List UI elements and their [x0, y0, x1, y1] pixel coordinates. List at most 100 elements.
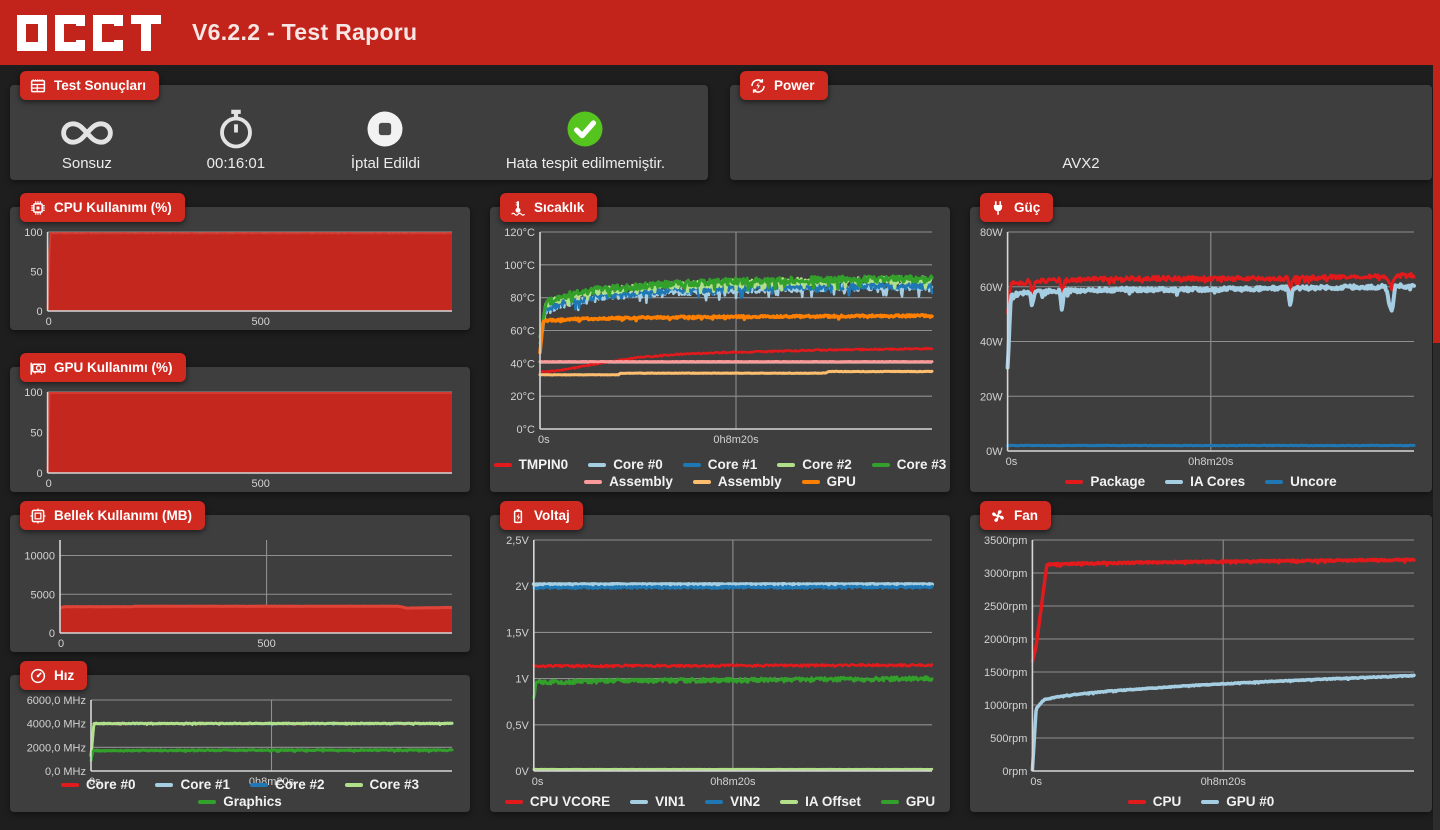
svg-text:80W: 80W — [980, 227, 1003, 239]
legend-swatch — [250, 782, 268, 787]
svg-text:2,5V: 2,5V — [506, 535, 529, 547]
legend-label: Assembly — [717, 474, 782, 489]
svg-text:500rpm: 500rpm — [990, 733, 1027, 745]
power-badge: Power — [740, 71, 828, 100]
voltage-legend: CPU VCORE VIN1 VIN2 IA Offset GPU — [490, 794, 950, 809]
temperature-chart: 0°C 20°C 40°C 60°C 80°C 100°C 120°C 0s 0h8m20s — [496, 227, 942, 446]
summary-label: Sonsuz — [61, 154, 112, 172]
legend-label: IA Cores — [1190, 474, 1246, 489]
speed-chart: 0,0 MHz 2000,0 MHz 4000,0 MHz 6000,0 MHz 0s 0… — [16, 695, 462, 788]
svg-text:0: 0 — [49, 628, 55, 640]
legend-swatch — [1065, 479, 1084, 484]
svg-text:1500rpm: 1500rpm — [984, 667, 1027, 679]
legend-label: VIN2 — [730, 794, 761, 809]
power-legend: Package IA Cores Uncore — [970, 474, 1432, 489]
legend-swatch — [1165, 479, 1184, 484]
svg-text:3000rpm: 3000rpm — [984, 568, 1027, 580]
svg-text:0s: 0s — [1030, 776, 1042, 788]
cpu-usage-badge: CPU Kullanımı (%) — [20, 193, 185, 222]
svg-text:0°C: 0°C — [517, 424, 536, 436]
legend-item: Core #3 — [871, 457, 947, 472]
legend-label: CPU — [1152, 794, 1182, 809]
legend-label: Core #1 — [180, 777, 230, 792]
chart-svg: 0 50 100 0 500 — [24, 387, 452, 490]
app-header: V6.2.2 - Test Raporu — [0, 0, 1440, 65]
svg-text:0h8m20s: 0h8m20s — [710, 776, 756, 788]
svg-text:100°C: 100°C — [504, 260, 535, 272]
test-results-badge: Test Sonuçları — [20, 71, 160, 100]
svg-text:40°C: 40°C — [510, 358, 535, 370]
power-cycle-icon — [749, 77, 767, 95]
memory-usage-chart: 0 5000 10000 0 500 — [16, 535, 462, 650]
battery-bolt-icon — [509, 507, 527, 525]
svg-text:10000: 10000 — [24, 551, 55, 563]
legend-swatch — [493, 462, 512, 467]
legend-label: TMPIN0 — [518, 457, 569, 472]
legend-item: IA Offset — [780, 794, 861, 809]
summary-label: Hata tespit edilmemiştir. — [505, 154, 666, 172]
svg-text:5000: 5000 — [31, 589, 55, 601]
legend-swatch — [155, 782, 174, 787]
stopwatch-icon — [215, 106, 257, 150]
svg-text:1V: 1V — [515, 674, 529, 686]
legend-label: Assembly — [609, 474, 673, 489]
page-title: V6.2.2 - Test Raporu — [192, 19, 418, 45]
summary-label: İptal Edildi — [350, 154, 421, 172]
scrollbar-thumb[interactable] — [1433, 65, 1440, 343]
legend-label: Core #3 — [896, 457, 947, 472]
legend-item: GPU — [801, 474, 856, 489]
chart-panel-cpu-usage: CPU Kullanımı (%) 0 50 100 0 500 — [10, 193, 470, 330]
occt-logo — [14, 14, 164, 51]
svg-text:0: 0 — [36, 468, 42, 480]
ram-icon — [29, 507, 47, 525]
summary-item-instruction-set: AVX2 — [1062, 106, 1099, 172]
legend-label: VIN1 — [655, 794, 686, 809]
legend-label: GPU #0 — [1226, 794, 1275, 809]
speed-legend: Core #0 Core #1 Core #2 Core #3 Graphics — [10, 777, 470, 809]
svg-text:0s: 0s — [538, 434, 550, 446]
gpu-usage-chart: 0 50 100 0 500 — [16, 387, 462, 490]
fan-icon — [989, 507, 1007, 525]
speed-badge: Hız — [20, 661, 88, 690]
legend-swatch — [198, 799, 217, 804]
svg-text:60W: 60W — [980, 282, 1003, 294]
legend-label: Uncore — [1290, 474, 1337, 489]
legend-swatch — [1127, 799, 1146, 804]
svg-text:2500rpm: 2500rpm — [984, 601, 1027, 613]
chart-panel-memory-usage: Bellek Kullanımı (MB) 0 5000 10000 0 500 — [10, 501, 470, 652]
legend-item: TMPIN0 — [493, 457, 569, 472]
svg-text:3500rpm: 3500rpm — [984, 535, 1027, 547]
legend-swatch — [705, 799, 724, 804]
temperature-badge: Sıcaklık — [500, 193, 598, 222]
memory-usage-badge: Bellek Kullanımı (MB) — [20, 501, 206, 530]
legend-swatch — [1201, 799, 1220, 804]
legend-label: Core #3 — [369, 777, 420, 792]
temperature-legend: TMPIN0 Core #0 Core #1 Core #2 Core #3 Assemb… — [490, 457, 950, 489]
power-chart: 0W 20W 40W 60W 80W 0s 0h8m20s — [976, 227, 1424, 468]
chart-title: Güç — [1014, 200, 1041, 215]
cpu-usage-chart: 0 50 100 0 500 — [16, 227, 462, 328]
legend-swatch — [692, 479, 711, 484]
svg-text:0V: 0V — [515, 766, 529, 778]
chart-svg: 0 50 100 0 500 — [24, 227, 453, 328]
legend-swatch — [780, 799, 799, 804]
legend-swatch — [801, 479, 820, 484]
legend-item: Core #1 — [682, 457, 757, 472]
legend-item: Assembly — [584, 474, 673, 489]
plug-icon — [989, 199, 1007, 217]
svg-text:100: 100 — [24, 387, 42, 399]
chart-svg: 0rpm 500rpm 1000rpm 1500rpm 2000rpm 2500rpm 30… — [984, 535, 1416, 788]
voltage-chart: 0V 0,5V 1V 1,5V 2V 2,5V 0s 0h8m20s — [496, 535, 942, 788]
svg-text:0,5V: 0,5V — [506, 720, 529, 732]
chart-panel-fan: Fan 0rpm 500rpm 1000rpm 1500rpm 2000rpm 2500r… — [970, 501, 1432, 812]
chart-svg: 0V 0,5V 1V 1,5V 2V 2,5V 0s 0h8m20s — [506, 535, 934, 788]
chart-svg: 0W 20W 40W 60W 80W 0s 0h8m20s — [980, 227, 1416, 468]
svg-text:0h8m20s: 0h8m20s — [1188, 456, 1234, 468]
legend-item: GPU — [880, 794, 935, 809]
chart-title: Sıcaklık — [534, 200, 585, 215]
legend-swatch — [584, 479, 603, 484]
legend-label: Package — [1090, 474, 1146, 489]
legend-swatch — [880, 799, 899, 804]
legend-item: VIN1 — [630, 794, 685, 809]
legend-item: Core #1 — [155, 777, 230, 792]
